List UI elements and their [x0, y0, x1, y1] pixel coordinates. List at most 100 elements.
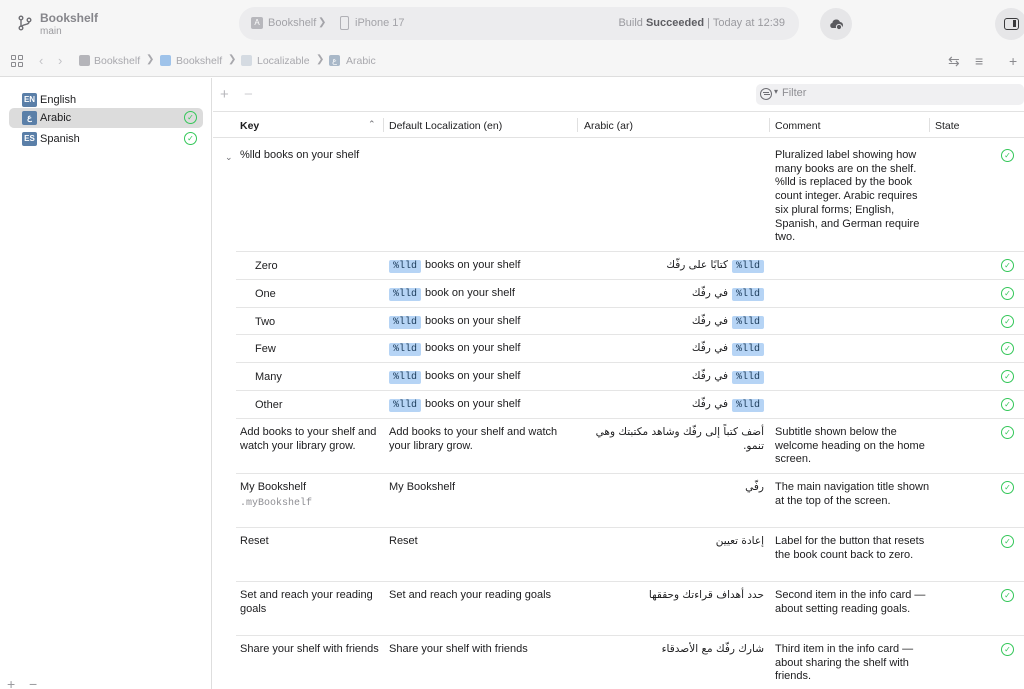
breadcrumb-project[interactable]: Bookshelf — [94, 55, 140, 67]
table-row-plural-variant[interactable]: One %lld book on your shelf %lldفي رفّك ✓ — [213, 280, 1024, 308]
table-row-plural-variant[interactable]: Zero %lld books on your shelf %lldكتابًا عل… — [213, 252, 1024, 280]
chevron-right-icon: ❯ — [146, 54, 155, 65]
default-localization[interactable]: Add books to your shelf and watch your l… — [389, 426, 575, 453]
string-catalog-icon — [241, 55, 252, 66]
default-localization[interactable]: %lld books on your shelf — [389, 370, 575, 385]
add-language-icon[interactable]: + — [7, 676, 15, 689]
activity-view[interactable]: A Bookshelf ❯ iPhone 17 Build Succeeded … — [239, 7, 799, 40]
jump-bar: ‹ › Bookshelf ❯ Bookshelf ❯ Localizable … — [0, 47, 1024, 77]
format-token: %lld — [731, 343, 764, 357]
filter-icon[interactable] — [760, 88, 772, 100]
build-status-prefix: Build — [618, 17, 646, 29]
chevron-right-icon: ❯ — [228, 54, 237, 65]
arabic-localization[interactable]: أضف كتباً إلى رفّك وشاهد مكتبتك وهي تنمو… — [583, 426, 764, 453]
filter-input[interactable] — [782, 87, 1012, 99]
breadcrumb-file[interactable]: Localizable — [257, 55, 310, 67]
arabic-localization[interactable]: رفّي — [583, 481, 764, 495]
plural-variant-key: Few — [255, 343, 276, 356]
sort-ascending-icon[interactable]: ⌃ — [368, 119, 376, 130]
column-divider[interactable] — [383, 118, 384, 132]
sidebar-language-spanish[interactable]: ES Spanish ✓ — [9, 129, 203, 149]
sidebar-language-english[interactable]: EN English — [9, 90, 203, 110]
default-text: book on your shelf — [425, 286, 515, 299]
breadcrumb-folder[interactable]: Bookshelf — [176, 55, 222, 67]
add-string-icon[interactable]: + — [220, 86, 229, 103]
string-comment: Pluralized label showing how many books … — [775, 149, 920, 244]
default-localization[interactable]: %lld books on your shelf — [389, 398, 575, 412]
checkmark-circle-icon: ✓ — [1001, 426, 1014, 439]
column-divider[interactable] — [769, 118, 770, 132]
project-file-icon — [79, 55, 90, 66]
column-header-arabic[interactable]: Arabic (ar) — [584, 120, 633, 132]
default-localization[interactable]: Set and reach your reading goals — [389, 589, 575, 603]
column-header-state[interactable]: State — [935, 120, 960, 132]
breadcrumb-language[interactable]: Arabic — [346, 55, 376, 67]
arabic-text: في رفّك — [691, 370, 728, 383]
string-comment: Second item in the info card — about set… — [775, 589, 926, 615]
column-header-comment[interactable]: Comment — [775, 120, 821, 132]
arabic-localization[interactable]: حدد أهداف قراءتك وحققها — [583, 589, 764, 603]
arabic-localization[interactable]: %lldكتابًا على رفّك — [583, 259, 764, 273]
arabic-localization[interactable]: شارك رفّك مع الأصدقاء — [583, 643, 764, 657]
project-name[interactable]: Bookshelf — [40, 11, 98, 25]
table-row-plural-variant[interactable]: Many %lld books on your shelf %lldفي رفّك ✓ — [213, 363, 1024, 391]
editor-options-icon[interactable]: ≡ — [975, 53, 983, 69]
default-text: books on your shelf — [425, 259, 521, 271]
remove-language-icon[interactable]: − — [29, 676, 37, 689]
table-row[interactable]: Share your shelf with friends Share your … — [213, 636, 1024, 689]
arabic-localization[interactable]: %lldفي رفّك — [583, 315, 764, 329]
arabic-localization[interactable]: %lldفي رفّك — [583, 287, 764, 301]
default-localization[interactable]: %lld books on your shelf — [389, 342, 575, 357]
table-row-plural-variant[interactable]: Two %lld books on your shelf %lldفي رفّك ✓ — [213, 308, 1024, 336]
table-row-plural-variant[interactable]: Few %lld books on your shelf %lldفي رفّك ✓ — [213, 335, 1024, 364]
default-localization[interactable]: My Bookshelf — [389, 481, 575, 495]
string-key: Add books to your shelf and watch your l… — [240, 426, 380, 453]
table-row[interactable]: Add books to your shelf and watch your l… — [213, 419, 1024, 474]
default-localization[interactable]: Share your shelf with friends — [389, 643, 575, 657]
language-name: English — [40, 94, 77, 106]
column-header-default[interactable]: Default Localization (en) — [389, 120, 502, 132]
checkmark-circle-icon: ✓ — [184, 132, 197, 145]
branch-name[interactable]: main — [40, 26, 62, 37]
branch-icon — [18, 15, 32, 31]
filter-field[interactable]: ▾ — [756, 84, 1024, 105]
default-localization[interactable]: %lld books on your shelf — [389, 315, 575, 329]
sidebar-language-arabic[interactable]: ع Arabic ✓ — [9, 108, 203, 128]
table-row[interactable]: My Bookshelf .myBookshelf My Bookshelf رفّي… — [213, 474, 1024, 528]
checkmark-circle-icon: ✓ — [1001, 535, 1014, 548]
column-divider[interactable] — [929, 118, 930, 132]
table-row[interactable]: Set and reach your reading goals Set and … — [213, 582, 1024, 636]
cloud-button[interactable] — [820, 8, 852, 40]
arabic-localization[interactable]: إعادة تعيين — [583, 535, 764, 549]
table-row[interactable]: Reset Reset إعادة تعيين Label for the butto… — [213, 528, 1024, 582]
column-header-key[interactable]: Key — [240, 120, 259, 132]
checkmark-circle-icon: ✓ — [1001, 286, 1014, 300]
language-code-badge: ES — [22, 132, 37, 146]
language-sidebar: + − EN English ع Arabic ✓ ES Spanish ✓ — [0, 78, 212, 689]
checkmark-circle-icon: ✓ — [1001, 370, 1014, 384]
scheme-selector[interactable]: Bookshelf — [268, 17, 316, 29]
default-localization[interactable]: %lld books on your shelf — [389, 259, 575, 273]
run-destination-selector[interactable]: iPhone 17 — [355, 17, 405, 29]
related-items-grid-icon[interactable] — [11, 55, 23, 67]
default-localization[interactable]: %lld book on your shelf — [389, 287, 575, 301]
column-divider[interactable] — [577, 118, 578, 132]
remove-string-icon[interactable]: − — [244, 86, 253, 103]
chevron-down-icon[interactable]: ▾ — [774, 87, 778, 96]
table-row-plural-variant[interactable]: Other %lld books on your shelf %lldفي رفّك ✓ — [213, 391, 1024, 419]
arabic-localization[interactable]: %lldفي رفّك — [583, 398, 764, 412]
build-status: Build Succeeded | Today at 12:39 — [618, 17, 785, 29]
compare-arrows-icon[interactable]: ⇆ — [948, 53, 960, 70]
add-editor-icon[interactable]: + — [1009, 53, 1017, 69]
chevron-down-icon[interactable]: ⌄ — [225, 152, 233, 163]
inspector-toggle-button[interactable] — [995, 8, 1024, 40]
arabic-localization[interactable]: %lldفي رفّك — [583, 370, 764, 385]
chevron-right-icon: ❯ — [316, 54, 325, 65]
back-arrow-icon[interactable]: ‹ — [39, 53, 43, 68]
chevron-right-icon: ❯ — [318, 17, 327, 28]
table-row-plural-group[interactable]: ⌄ %lld books on your shelf Pluralized labe… — [213, 138, 1024, 252]
arabic-localization[interactable]: %lldفي رفّك — [583, 342, 764, 357]
default-localization[interactable]: Reset — [389, 535, 575, 549]
forward-arrow-icon[interactable]: › — [58, 53, 62, 68]
default-text: books on your shelf — [425, 370, 521, 383]
